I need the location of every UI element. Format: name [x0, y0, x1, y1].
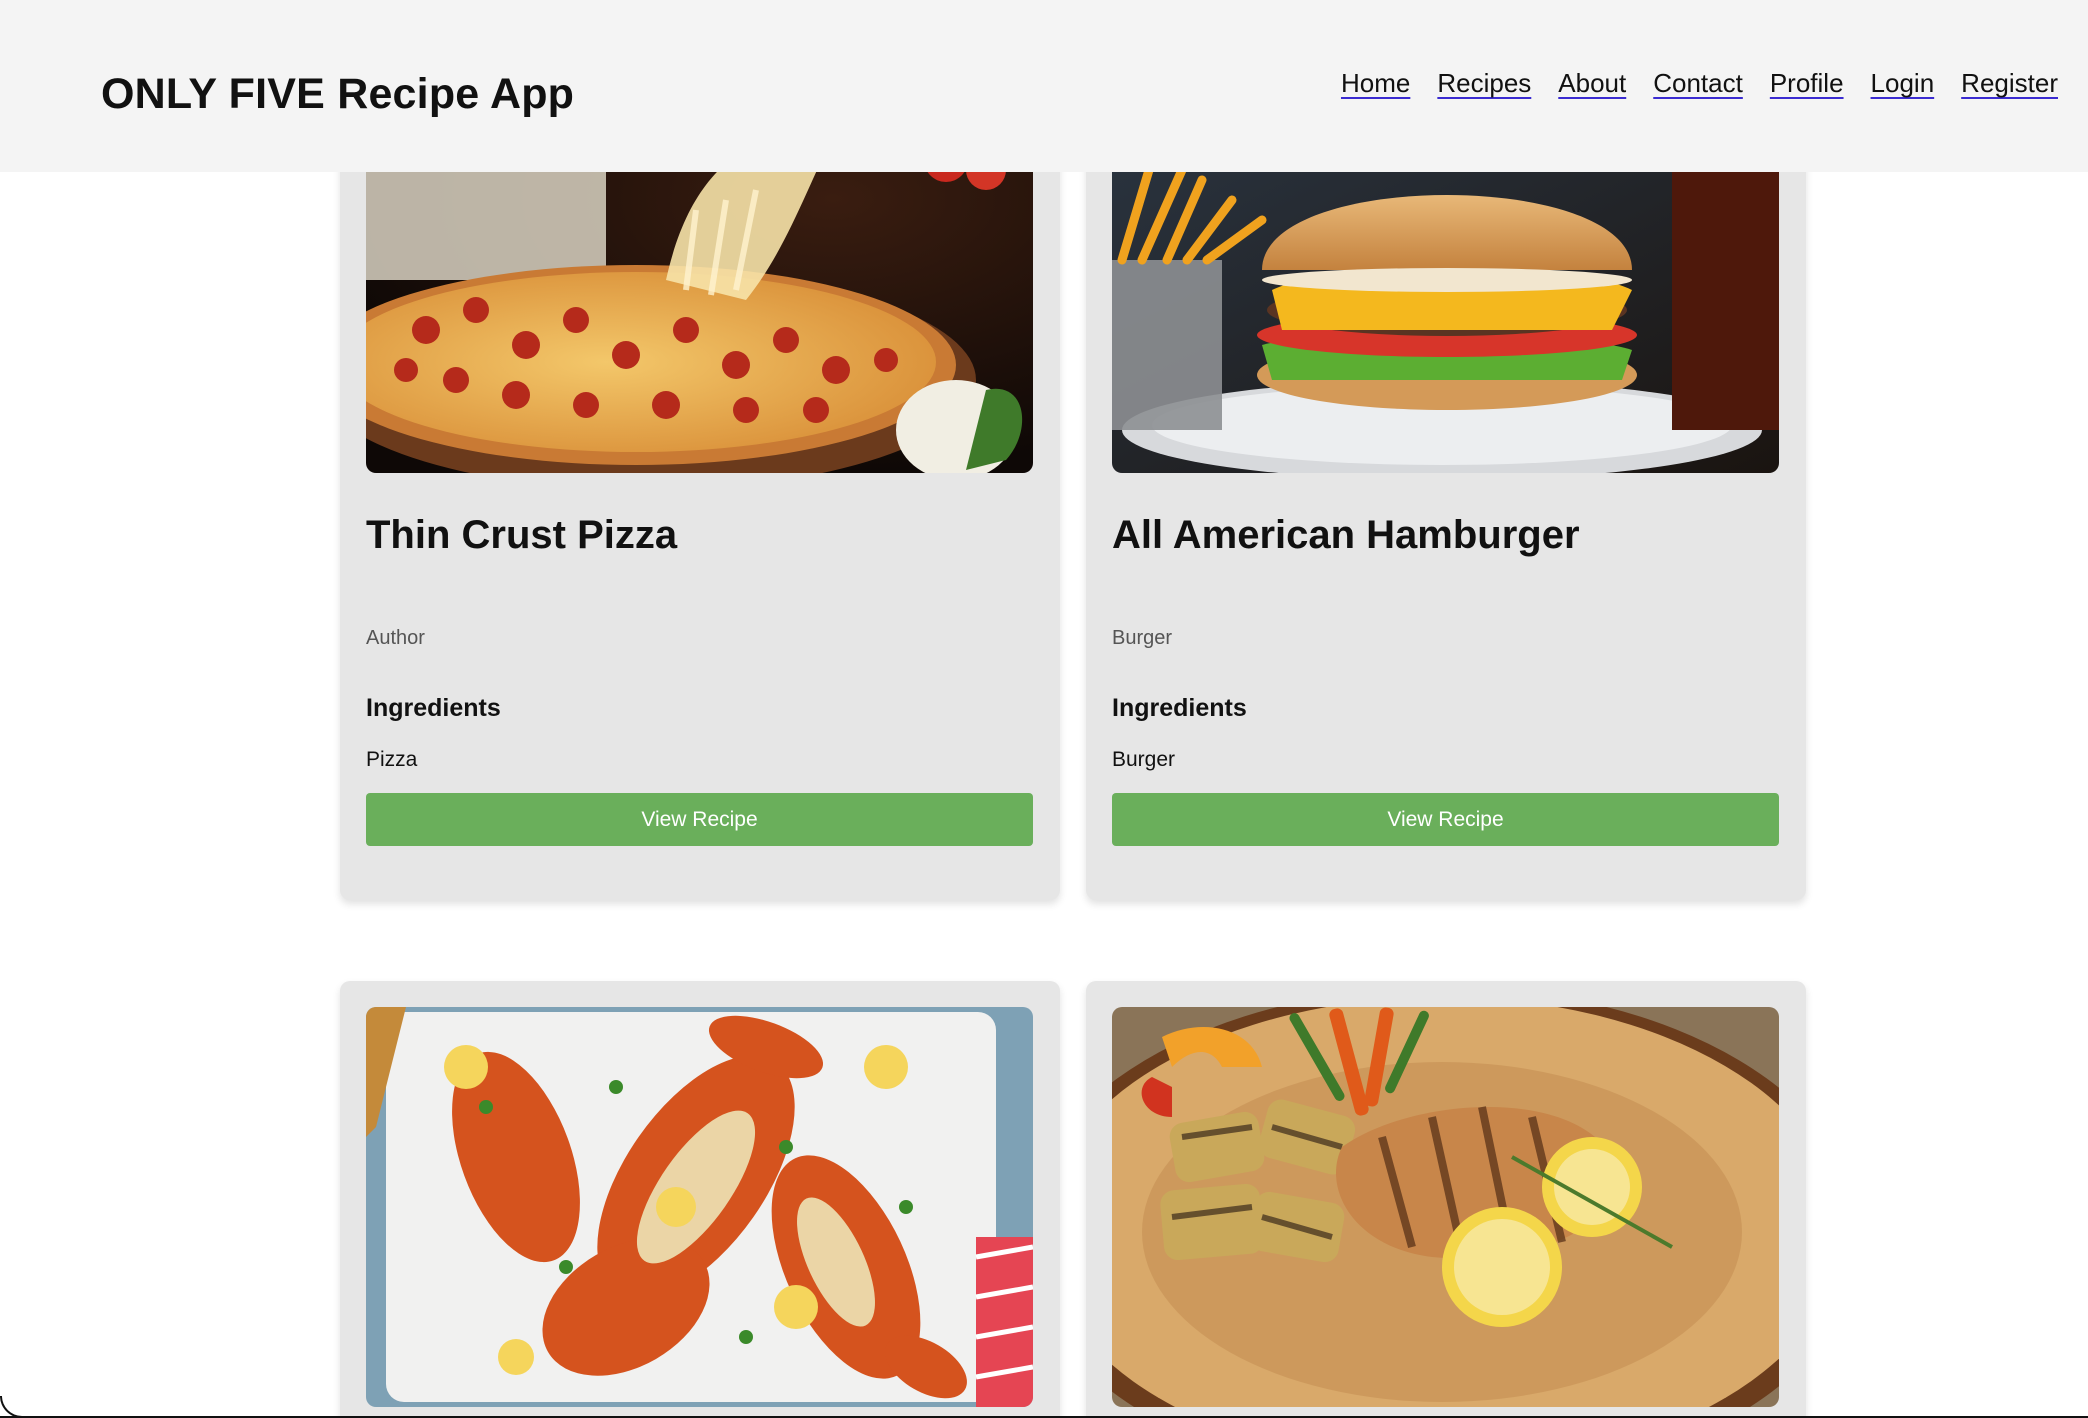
grilled-chicken-image: [1112, 1007, 1779, 1407]
grilled-chicken-photo[interactable]: [1112, 1007, 1779, 1407]
nav-link-recipes[interactable]: Recipes: [1437, 68, 1531, 99]
lobster-photo[interactable]: [366, 1007, 1033, 1407]
recipe-card: All American Hamburger Burger Ingredient…: [1086, 130, 1806, 900]
window-frame-corner: [0, 1396, 22, 1418]
nav-link-contact[interactable]: Contact: [1653, 68, 1743, 99]
pizza-photo[interactable]: [366, 130, 1033, 473]
nav-link-register[interactable]: Register: [1961, 68, 2058, 99]
recipe-card: [340, 981, 1060, 1418]
ingredients-list: Pizza: [366, 748, 418, 771]
ingredients-heading: Ingredients: [1112, 694, 1247, 722]
pizza-image: [366, 130, 1033, 473]
recipe-card: [1086, 981, 1806, 1418]
nav-link-about[interactable]: About: [1558, 68, 1626, 99]
nav-link-login[interactable]: Login: [1871, 68, 1935, 99]
recipe-title: All American Hamburger: [1112, 513, 1580, 557]
main-nav: Home Recipes About Contact Profile Login…: [1341, 68, 2058, 99]
view-recipe-button[interactable]: View Recipe: [1112, 793, 1779, 846]
ingredients-heading: Ingredients: [366, 694, 501, 722]
ingredients-list: Burger: [1112, 748, 1176, 771]
nav-link-profile[interactable]: Profile: [1770, 68, 1844, 99]
recipe-category: Burger: [1112, 627, 1173, 649]
recipe-title: Thin Crust Pizza: [366, 513, 678, 557]
hamburger-photo[interactable]: [1112, 130, 1779, 473]
view-recipe-button[interactable]: View Recipe: [366, 793, 1033, 846]
top-header: ONLY FIVE Recipe App Home Recipes About …: [0, 0, 2088, 172]
hamburger-image: [1112, 130, 1779, 473]
recipe-card: Thin Crust Pizza Author Ingredients Pizz…: [340, 130, 1060, 900]
app-title: ONLY FIVE Recipe App: [101, 70, 575, 118]
lobster-image: [366, 1007, 1033, 1407]
nav-link-home[interactable]: Home: [1341, 68, 1410, 99]
app-viewport: Thin Crust Pizza Author Ingredients Pizz…: [0, 0, 2088, 1418]
recipe-author: Author: [366, 627, 425, 649]
